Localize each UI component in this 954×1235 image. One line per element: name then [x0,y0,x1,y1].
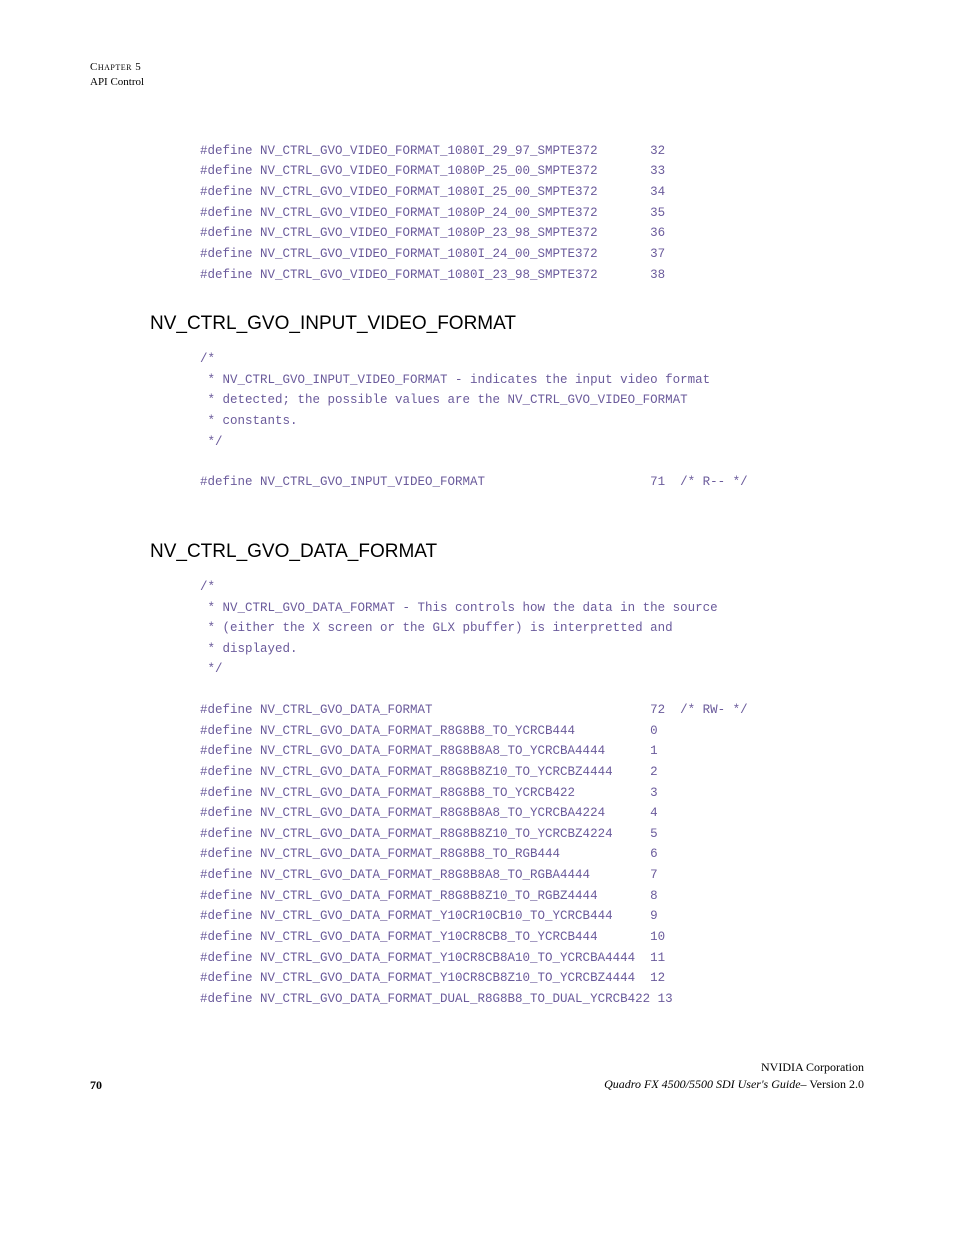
input-video-format-comment: /* * NV_CTRL_GVO_INPUT_VIDEO_FORMAT - in… [200,349,864,452]
section-heading-input-video-format: NV_CTRL_GVO_INPUT_VIDEO_FORMAT [150,313,864,335]
section-heading-data-format: NV_CTRL_GVO_DATA_FORMAT [150,541,864,563]
footer-guide: Quadro FX 4500/5500 SDI User's Guide– Ve… [604,1076,864,1093]
input-video-format-define: #define NV_CTRL_GVO_INPUT_VIDEO_FORMAT 7… [200,472,864,493]
data-format-defines: #define NV_CTRL_GVO_DATA_FORMAT 72 /* RW… [200,700,864,1009]
page-number: 70 [90,1078,102,1093]
data-format-comment: /* * NV_CTRL_GVO_DATA_FORMAT - This cont… [200,577,864,680]
chapter-label: Chapter 5 [90,60,864,75]
footer-company: NVIDIA Corporation [604,1059,864,1076]
page-header: Chapter 5 API Control [90,60,864,91]
footer-right: NVIDIA Corporation Quadro FX 4500/5500 S… [604,1059,864,1093]
page-footer: 70 NVIDIA Corporation Quadro FX 4500/550… [90,1059,864,1093]
top-defines-block: #define NV_CTRL_GVO_VIDEO_FORMAT_1080I_2… [200,141,864,285]
chapter-title: API Control [90,75,864,90]
